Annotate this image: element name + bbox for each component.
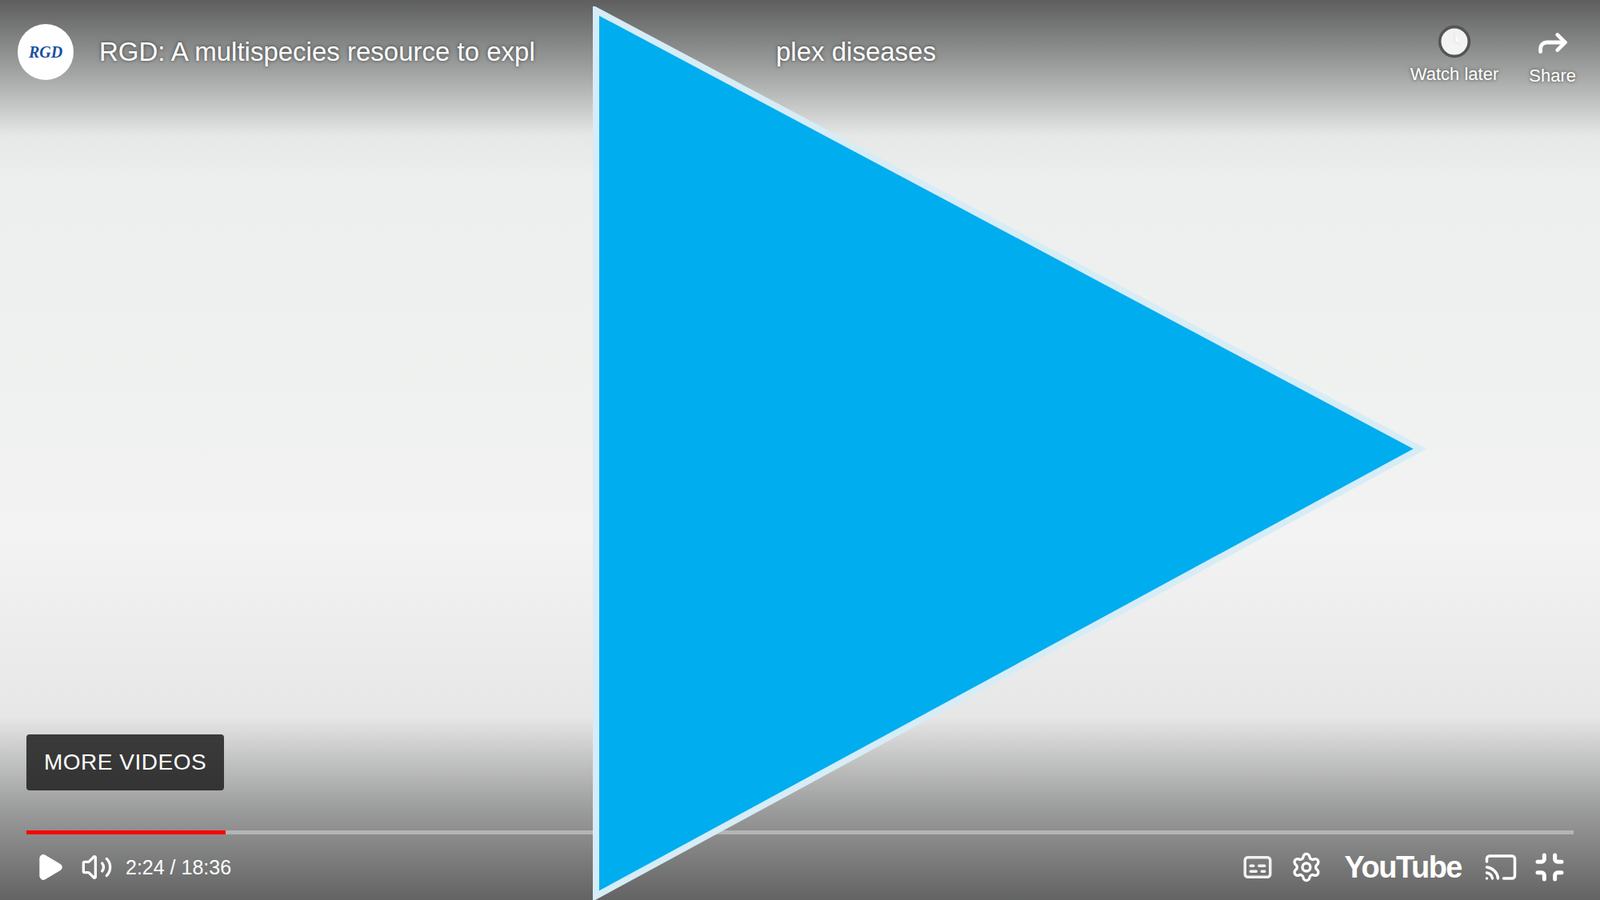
cast-icon	[1484, 850, 1518, 884]
action-label: Share	[1528, 65, 1576, 87]
time-display: 2:24 / 18:36	[125, 856, 232, 880]
video-frame[interactable]: RGD RGD: A multispecies resource to expl p…	[0, 0, 1600, 900]
play-button[interactable]	[26, 843, 73, 892]
progress-fill	[26, 830, 226, 835]
clock-icon	[1436, 24, 1472, 60]
title-text[interactable]: plex diseases	[776, 36, 936, 68]
watch-later-button[interactable]: Watch later	[1407, 24, 1502, 87]
gear-icon	[1290, 851, 1323, 884]
share-button[interactable]: Share	[1525, 24, 1580, 87]
top-actions: Watch later Share	[1407, 24, 1580, 87]
share-arrow-icon	[1534, 24, 1572, 61]
controls-row: 2:24 / 18:36 YouTube	[26, 837, 1574, 897]
channel-avatar[interactable]: RGD	[17, 24, 74, 80]
captions-icon	[1240, 850, 1275, 884]
big-play-icon[interactable]	[592, 6, 1428, 900]
cast-button[interactable]	[1476, 843, 1526, 892]
progress-bar[interactable]	[26, 830, 1574, 835]
youtube-logo[interactable]: YouTube	[1330, 850, 1476, 885]
play-icon	[34, 852, 65, 883]
volume-icon	[80, 851, 113, 884]
settings-button[interactable]	[1282, 843, 1331, 892]
captions-button[interactable]	[1232, 843, 1283, 892]
exit-fullscreen-icon	[1533, 851, 1566, 884]
video-title[interactable]: RGD: A multispecies resource to expl plex…	[99, 24, 1408, 80]
volume-button[interactable]	[72, 843, 121, 892]
title-text[interactable]: RGD: A multispecies resource to expl	[99, 36, 536, 68]
action-label: Watch later	[1410, 64, 1499, 85]
more-videos-button[interactable]: MORE VIDEOS	[26, 734, 224, 791]
exit-fullscreen-button[interactable]	[1525, 843, 1574, 892]
